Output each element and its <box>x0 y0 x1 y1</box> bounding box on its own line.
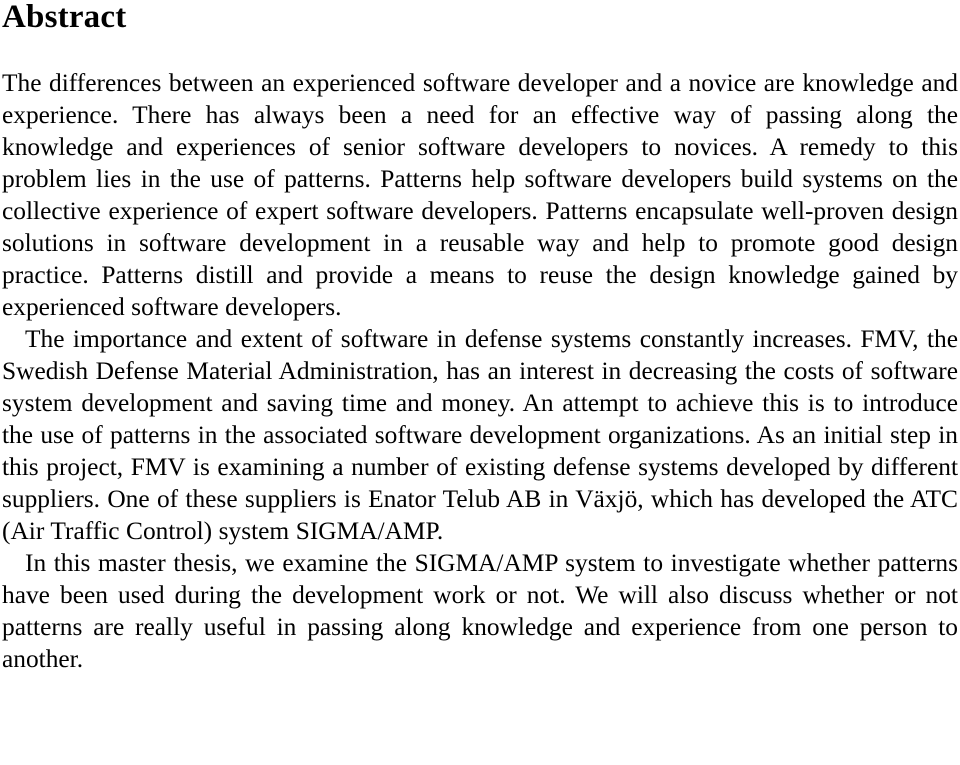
abstract-paragraph-3: In this master thesis, we examine the SI… <box>2 549 958 673</box>
abstract-body: The differences between an experienced s… <box>2 34 958 675</box>
abstract-paragraph-2: The importance and extent of software in… <box>2 325 958 545</box>
document-page: Abstract The differences between an expe… <box>0 0 960 765</box>
page-title: Abstract <box>2 0 127 35</box>
abstract-paragraph-1: The differences between an experienced s… <box>2 69 958 321</box>
